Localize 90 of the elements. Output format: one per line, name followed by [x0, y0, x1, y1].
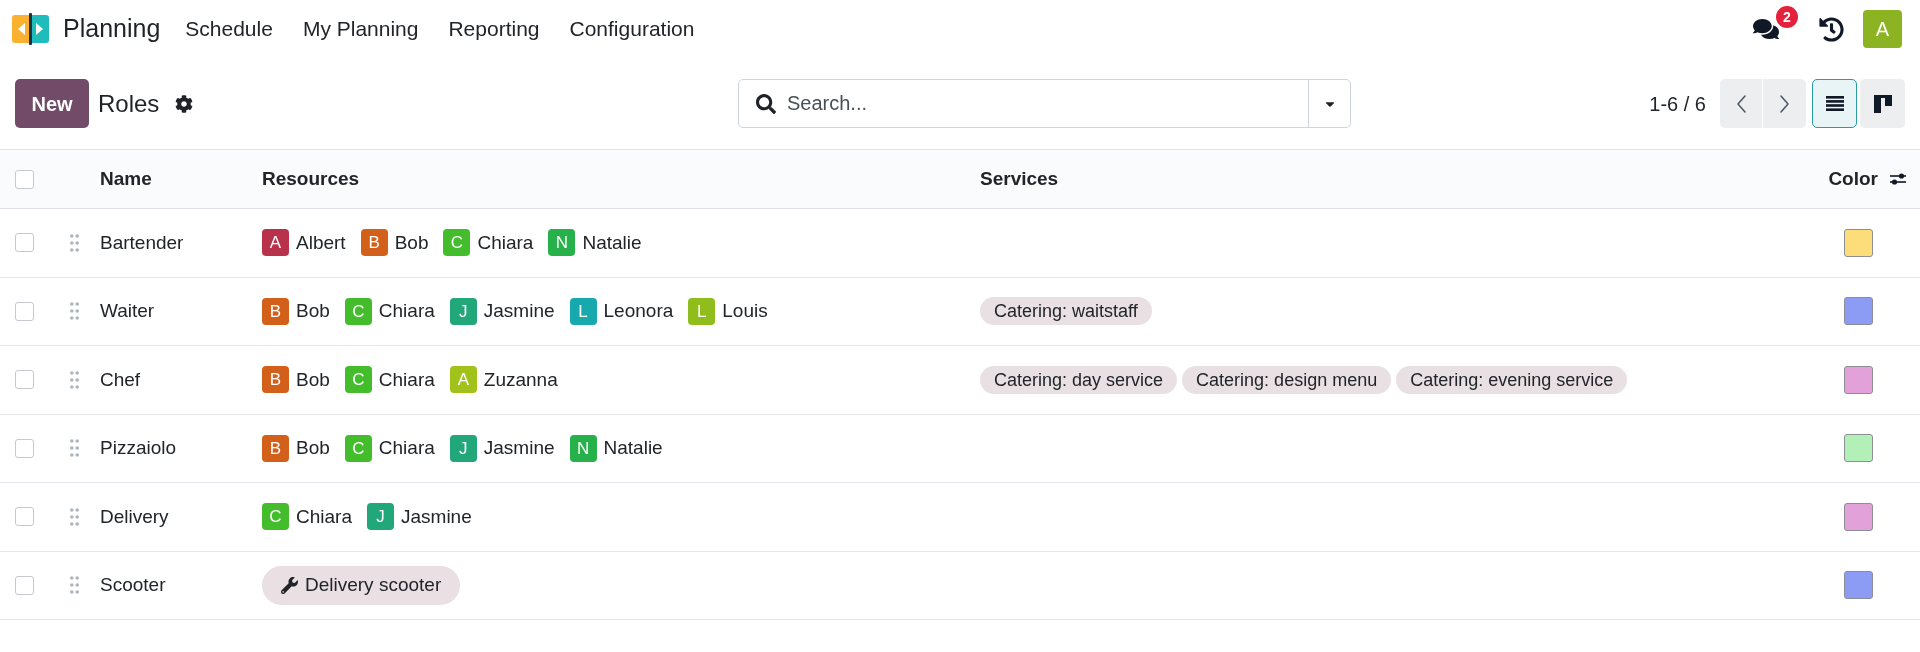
- avatar: B: [360, 229, 388, 257]
- column-header[interactable]: Color: [1828, 164, 1878, 194]
- avatar: A: [449, 366, 477, 394]
- previous-page-button[interactable]: [1720, 79, 1762, 128]
- column-header[interactable]: Services: [980, 167, 1059, 189]
- drag-handle-icon[interactable]: [70, 370, 79, 389]
- avatar: B: [262, 297, 289, 325]
- resource-name: Chiara: [378, 367, 435, 392]
- avatar: N: [548, 229, 576, 257]
- tag-label: Delivery scooter: [305, 573, 442, 597]
- role-name: Chef: [100, 368, 141, 390]
- resource-name: Albert: [296, 230, 346, 255]
- unread-badge: 2: [1776, 6, 1798, 28]
- column-header[interactable]: Name: [100, 167, 152, 189]
- page-title: Roles: [98, 88, 160, 119]
- drag-handle-icon[interactable]: [70, 233, 79, 252]
- new-button[interactable]: New: [15, 79, 89, 128]
- sliders-icon[interactable]: [1890, 172, 1906, 186]
- drag-handle-icon[interactable]: [70, 302, 79, 321]
- avatar: A: [262, 229, 289, 257]
- app-logo-icon[interactable]: [12, 13, 49, 45]
- menu-item[interactable]: Reporting: [433, 13, 555, 45]
- service-tag: Catering: waitstaff: [980, 297, 1152, 326]
- pager-value[interactable]: 1-6 / 6: [1649, 88, 1706, 119]
- role-name: Waiter: [100, 300, 155, 321]
- checkbox[interactable]: [15, 233, 34, 253]
- avatar: L: [688, 297, 716, 325]
- search-icon: [756, 93, 776, 114]
- drag-handle-icon[interactable]: [70, 576, 79, 595]
- resource-name: Louis: [722, 299, 768, 323]
- resource-name: Bob: [296, 299, 330, 323]
- list-icon: [1825, 96, 1844, 111]
- kanban-icon: [1873, 94, 1892, 113]
- avatar: J: [449, 297, 477, 325]
- resource-name: Chiara: [477, 230, 534, 255]
- service-tag: Catering: design menu: [1182, 365, 1392, 394]
- service-tag: Catering: evening service: [1396, 365, 1628, 394]
- avatar: N: [569, 434, 597, 462]
- resource-name: Chiara: [296, 504, 352, 529]
- chevron-right-icon: [1780, 94, 1789, 113]
- drag-handle-icon[interactable]: [70, 507, 79, 526]
- list-view-button[interactable]: [1812, 79, 1857, 128]
- avatar: C: [344, 366, 372, 394]
- column-header[interactable]: Resources: [262, 167, 360, 189]
- checkbox[interactable]: [15, 301, 34, 321]
- drag-handle-icon[interactable]: [70, 439, 79, 458]
- app-name[interactable]: Planning: [63, 10, 161, 48]
- service-tag: Catering: day service: [980, 365, 1178, 394]
- role-name: Bartender: [100, 231, 184, 253]
- role-name: Delivery: [100, 505, 169, 527]
- resource-name: Zuzanna: [483, 367, 558, 392]
- avatar: J: [449, 434, 477, 462]
- resource-name: Jasmine: [401, 504, 472, 529]
- avatar: C: [443, 229, 471, 257]
- search-input[interactable]: Search...: [787, 80, 1308, 127]
- checkbox[interactable]: [15, 438, 34, 458]
- resource-name: Natalie: [603, 436, 663, 460]
- resource-name: Chiara: [378, 436, 435, 460]
- avatar: C: [344, 297, 372, 325]
- kanban-view-button[interactable]: [1860, 79, 1905, 128]
- avatar: B: [262, 366, 289, 394]
- menu-item[interactable]: My Planning: [287, 13, 434, 45]
- wrench-icon: [281, 576, 298, 594]
- resource-name: Bob: [296, 367, 330, 392]
- checkbox[interactable]: [15, 507, 34, 527]
- avatar: C: [344, 434, 372, 462]
- avatar: B: [262, 434, 289, 462]
- chat-icon[interactable]: [1753, 17, 1779, 41]
- resource-name: Leonora: [603, 299, 674, 323]
- resource-name: Bob: [394, 230, 429, 255]
- resource-name: Bob: [296, 436, 330, 460]
- resource-name: Chiara: [378, 299, 435, 323]
- avatar: L: [569, 297, 597, 325]
- checkbox[interactable]: [15, 575, 34, 595]
- resource-name: Jasmine: [483, 436, 555, 460]
- next-page-button[interactable]: [1763, 79, 1806, 128]
- resource-name: Jasmine: [483, 299, 555, 323]
- role-name: Pizzaiolo: [100, 437, 177, 458]
- clock-icon[interactable]: [1819, 16, 1844, 42]
- resource-name: Natalie: [582, 230, 642, 255]
- search-field[interactable]: Search...: [738, 79, 1351, 128]
- checkbox[interactable]: [15, 370, 34, 390]
- role-name: Scooter: [100, 574, 166, 595]
- menu-item[interactable]: Schedule: [170, 13, 288, 45]
- checkbox[interactable]: [15, 169, 34, 189]
- avatar: C: [262, 503, 289, 531]
- menu-item[interactable]: Configuration: [554, 13, 710, 45]
- settings-icon[interactable]: [175, 94, 194, 113]
- chevron-left-icon: [1736, 94, 1746, 113]
- avatar: J: [367, 503, 394, 531]
